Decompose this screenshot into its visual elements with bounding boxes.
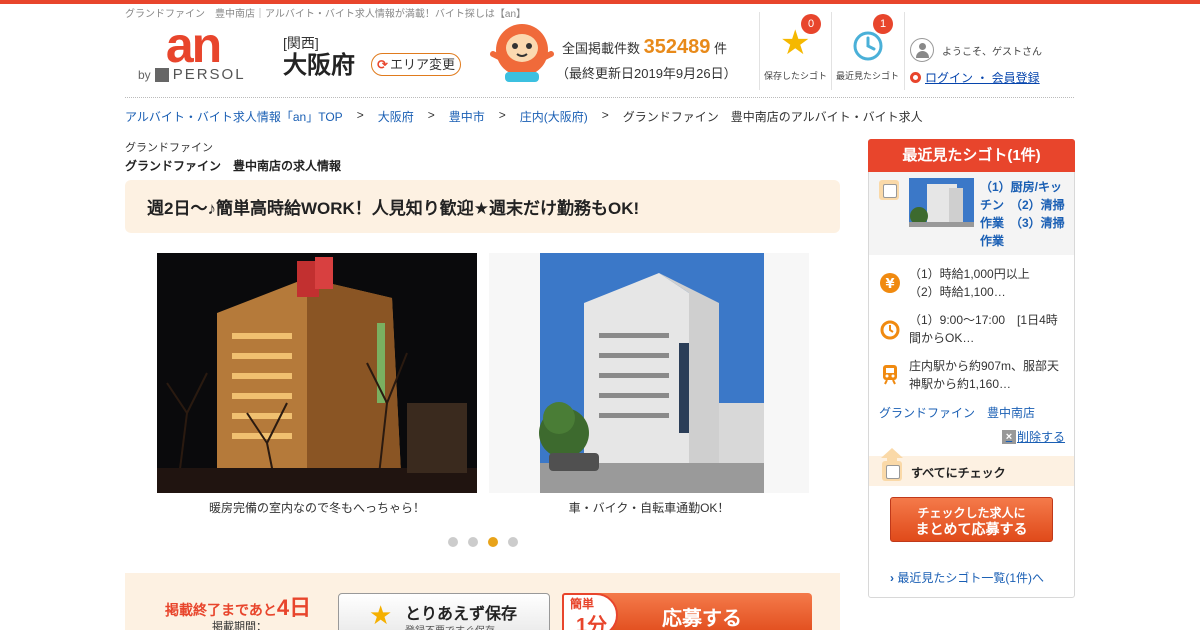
breadcrumb-top[interactable]: アルバイト・バイト求人情報「an」TOP <box>125 108 343 125</box>
easy-apply-tag: 簡単 1分 <box>562 593 618 630</box>
delete-label: 削除する <box>1017 430 1066 444</box>
user-welcome: ようこそ、ゲストさん <box>910 38 1042 62</box>
logo-persol-text: PERSOL <box>172 66 246 83</box>
photo-day-building[interactable] <box>489 253 809 493</box>
close-icon: × <box>1002 429 1016 444</box>
carousel-dots <box>448 537 518 547</box>
recent-jobs-list-link[interactable]: › 最近見たシゴト一覧(1件)へ <box>890 569 1044 586</box>
deadline-prefix: 掲載終了まであと <box>165 602 277 618</box>
saved-jobs-label: 保存したシゴト <box>763 71 827 81</box>
job-thumbnail[interactable] <box>909 178 974 227</box>
breadcrumb-separator: > <box>498 108 506 122</box>
recent-jobs-label: 最近見たシゴト <box>835 71 899 81</box>
header-divider-line <box>125 97 1074 98</box>
logo-by-text: by <box>138 67 151 82</box>
star-icon: ★ <box>369 600 393 630</box>
catch-copy: 週2日～♪簡単高時給WORK！人見知り歓迎★週末だけ勤務もOK! <box>125 180 840 233</box>
refresh-icon: ⟳ <box>377 57 388 72</box>
header-divider <box>904 12 905 90</box>
count-unit: 件 <box>714 41 728 56</box>
apply-label: 応募する <box>662 608 742 630</box>
carousel-dot[interactable] <box>468 537 478 547</box>
easy-tag-minutes: 1分 <box>576 615 608 630</box>
deadline-days: 4日 <box>276 595 312 620</box>
clock-icon <box>853 31 883 61</box>
listing-period: 掲載期間： <box>212 621 267 630</box>
bulk-apply-line-1: チェックした求人に <box>917 506 1026 520</box>
delete-link[interactable]: × 削除する <box>1002 428 1065 445</box>
logo-byline: by PERSOL <box>138 66 248 83</box>
breadcrumb-toyonaka[interactable]: 豊中市 <box>449 108 485 125</box>
welcome-text: ようこそ、ゲストさん <box>942 46 1042 58</box>
photo-night-building[interactable] <box>157 253 477 493</box>
check-all-label: すべてにチェック <box>911 466 1006 480</box>
area-change-button[interactable]: ⟳ エリア変更 <box>371 53 461 76</box>
yen-icon: ¥ <box>880 273 900 293</box>
logo-an: an <box>165 17 222 73</box>
wage-line-2: （2）時給1,100… <box>909 285 1006 299</box>
breadcrumb-osaka[interactable]: 大阪府 <box>378 108 414 125</box>
login-register-link[interactable]: ログイン ・ 会員登録 <box>910 69 1040 86</box>
shop-link[interactable]: グランドファイン 豊中南店 <box>879 404 1035 421</box>
recent-count-badge: 1 <box>873 14 893 34</box>
listing-count: 全国掲載件数 352489 件 <box>562 36 727 59</box>
guest-avatar-icon <box>910 38 934 62</box>
region-area: [関西] <box>283 35 319 51</box>
recent-jobs-button[interactable]: 1 最近見たシゴト <box>831 12 903 90</box>
save-title: とりあえず保存 <box>405 606 518 623</box>
count-number: 352489 <box>643 36 711 58</box>
breadcrumb-separator: > <box>356 108 364 122</box>
saved-count-badge: 0 <box>801 14 821 34</box>
breadcrumb-separator: > <box>427 108 435 122</box>
site-logo[interactable]: an by PERSOL <box>138 17 248 83</box>
region-pref: 大阪府 <box>283 52 355 79</box>
area-change-label: エリア変更 <box>389 57 455 72</box>
breadcrumb-shonai[interactable]: 庄内(大阪府) <box>520 108 588 125</box>
svg-text:¥: ¥ <box>885 277 894 292</box>
sloth-mascot-icon <box>490 24 554 82</box>
job-checkbox[interactable] <box>879 180 899 200</box>
wage-line-1: （1）時給1,000円以上 <box>909 267 1030 281</box>
breadcrumb-separator: > <box>601 108 609 122</box>
more-label: 最近見たシゴト一覧(1件)へ <box>897 571 1045 585</box>
save-subtitle: 登録不要ですぐ保存 <box>405 622 495 630</box>
clock-icon <box>880 320 900 340</box>
login-bullet-icon <box>910 72 921 83</box>
top-accent-bar <box>0 0 1200 4</box>
bulk-apply-button[interactable]: チェックした求人に まとめて応募する <box>890 497 1053 542</box>
apply-button[interactable]: 簡単 1分 応募する <box>562 593 812 630</box>
carousel-dot-active[interactable] <box>488 537 498 547</box>
persol-mark-icon <box>154 67 169 82</box>
train-icon <box>883 365 897 385</box>
breadcrumb: アルバイト・バイト求人情報「an」TOP > 大阪府 > 豊中市 > 庄内(大阪… <box>125 108 923 125</box>
photo-caption: 車・バイク・自転車通勤OK！ <box>568 501 730 515</box>
chevron-right-icon: › <box>890 571 894 585</box>
photo-caption: 暖房完備の室内なので冬もへっちゃら！ <box>208 501 425 515</box>
carousel-dot[interactable] <box>448 537 458 547</box>
shop-name-small: グランドファイン <box>125 142 213 154</box>
region-display: [関西] 大阪府 <box>283 33 355 79</box>
carousel-dot[interactable] <box>508 537 518 547</box>
save-job-button[interactable]: ★ とりあえず保存 登録不要ですぐ保存 <box>338 593 550 630</box>
login-label: ログイン ・ 会員登録 <box>925 71 1040 85</box>
bulk-apply-line-2: まとめて応募する <box>915 521 1028 537</box>
page-title: グランドファイン 豊中南店の求人情報 <box>125 159 342 173</box>
breadcrumb-current: グランドファイン 豊中南店のアルバイト・バイト求人 <box>622 110 923 124</box>
last-updated: （最終更新日2019年9月26日） <box>556 66 737 81</box>
recent-jobs-title: 最近見たシゴト(1件) <box>868 139 1075 172</box>
access-info: 庄内駅から約907m、服部天神駅から約1,160… <box>909 359 1060 391</box>
hours-info: （1）9:00～17:00 [1日4時間からOK… <box>909 313 1058 345</box>
saved-jobs-button[interactable]: ★ 0 保存したシゴト <box>759 12 831 90</box>
wage-info: （1）時給1,000円以上 （2）時給1,100… <box>909 265 1069 301</box>
check-all-row[interactable]: すべてにチェック <box>869 448 1074 486</box>
check-all-checkbox[interactable] <box>882 461 902 481</box>
count-label: 全国掲載件数 <box>562 41 641 56</box>
recent-job-title-link[interactable]: （1）厨房/キッチン （2）清掃作業 （3）清掃作業 <box>980 178 1070 250</box>
